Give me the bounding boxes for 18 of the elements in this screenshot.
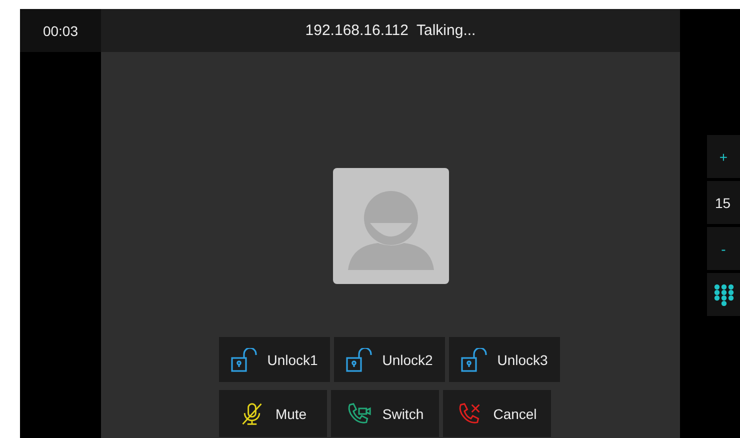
avatar-placeholder-icon (332, 168, 448, 284)
call-timer: 00:03 (20, 9, 101, 52)
mute-button[interactable]: Mute (219, 390, 327, 437)
call-status-title: 192.168.16.112 Talking... (101, 9, 680, 52)
volume-up-button[interactable]: + (707, 135, 740, 178)
padlock-icon (461, 348, 488, 372)
padlock-icon (346, 348, 372, 372)
padlock-icon (231, 348, 258, 372)
unlock-button[interactable]: Unlock1 (219, 337, 330, 382)
volume-down-button[interactable]: - (707, 227, 740, 270)
unlock-button[interactable]: Unlock3 (449, 337, 560, 382)
cancel-button[interactable]: Cancel (443, 390, 551, 437)
volume-level: 15 (707, 181, 740, 224)
phone-video-icon (346, 402, 372, 426)
dialpad-icon (714, 284, 734, 306)
dialpad-button[interactable] (707, 273, 740, 316)
switch-button[interactable]: Switch (331, 390, 439, 437)
unlock-button[interactable]: Unlock2 (334, 337, 445, 382)
